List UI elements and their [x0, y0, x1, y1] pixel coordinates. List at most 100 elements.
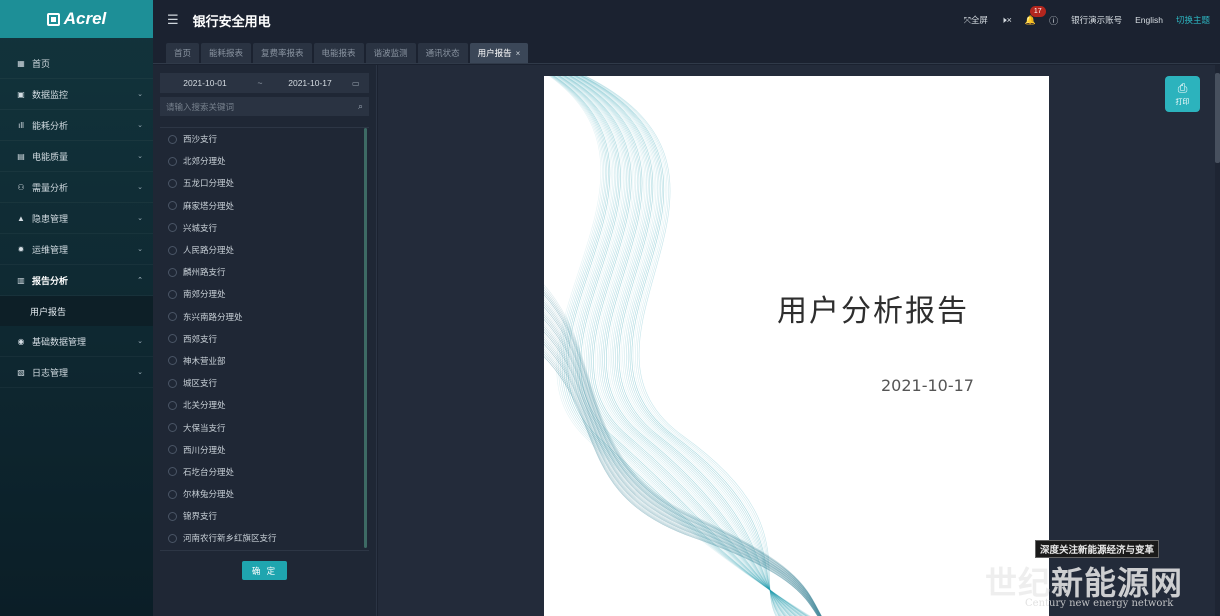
account-name[interactable]: 银行演示账号 [1071, 14, 1122, 26]
branch-list-item[interactable]: 石圪台分理处 [160, 461, 369, 483]
radio-icon[interactable] [168, 533, 177, 543]
tab-electric-report[interactable]: 电能报表 [313, 43, 364, 63]
chevron-down-icon: ⌄ [137, 153, 143, 160]
radio-icon[interactable] [168, 134, 177, 144]
radio-icon[interactable] [168, 423, 177, 433]
branch-list-item[interactable]: 兴城支行 [160, 217, 369, 239]
sidebar-item-label: 电能质量 [32, 151, 69, 162]
radio-icon[interactable] [168, 289, 177, 299]
radio-icon[interactable] [168, 511, 177, 521]
branch-list-item[interactable]: 神木营业部 [160, 350, 369, 372]
sidebar-item-log-management[interactable]: ▧ 日志管理 ⌄ [0, 357, 153, 388]
help-icon[interactable]: ⓘ [1049, 14, 1058, 27]
branch-list-item[interactable]: 大保当支行 [160, 416, 369, 438]
search-icon[interactable]: ⌕ [358, 101, 363, 112]
sidebar-item-base-data[interactable]: ◉ 基础数据管理 ⌄ [0, 326, 153, 357]
confirm-button[interactable]: 确 定 [242, 561, 287, 580]
radio-icon[interactable] [168, 334, 177, 344]
branch-list-item[interactable]: 西郊支行 [160, 328, 369, 350]
sidebar-item-hazard-management[interactable]: ▲ 隐患管理 ⌄ [0, 203, 153, 234]
tab-user-report[interactable]: 用户报告 × [469, 43, 529, 63]
branch-list-item[interactable]: 锦界支行 [160, 505, 369, 527]
wave-line [570, 76, 791, 616]
notification-bell-icon[interactable]: 🔔 17 [1025, 5, 1046, 26]
header-actions: ⤧全屏 🕨× 🔔 17 ⓘ 银行演示账号 English 切换主题 [964, 5, 1210, 27]
branch-list-item[interactable]: 东兴南路分理处 [160, 306, 369, 328]
start-date[interactable]: 2021-10-01 [160, 78, 250, 88]
radio-icon[interactable] [168, 400, 177, 410]
viewer-scrollbar[interactable] [1215, 65, 1220, 616]
branch-list-item[interactable]: 西川分理处 [160, 439, 369, 461]
switch-theme-link[interactable]: 切换主题 [1176, 14, 1210, 26]
tab-comm-status[interactable]: 通讯状态 [417, 43, 468, 63]
language-switch[interactable]: English [1135, 15, 1163, 25]
tab-energy-report[interactable]: 能耗报表 [201, 43, 252, 63]
radio-icon[interactable] [168, 356, 177, 366]
report-title: 用户分析报告 [777, 294, 969, 329]
radio-icon[interactable] [168, 312, 177, 322]
print-button[interactable]: ⎙ 打印 [1165, 76, 1200, 112]
radio-icon[interactable] [168, 467, 177, 477]
branch-name: 锦界支行 [183, 511, 218, 522]
menu-toggle-icon[interactable]: ☰ [167, 12, 179, 28]
sidebar-item-energy-analysis[interactable]: ıll 能耗分析 ⌄ [0, 110, 153, 141]
scrollbar-thumb[interactable] [1215, 73, 1220, 163]
wave-line [544, 319, 821, 616]
wave-line [554, 76, 805, 616]
radio-icon[interactable] [168, 489, 177, 499]
wave-line [567, 76, 794, 616]
radio-icon[interactable] [168, 223, 177, 233]
wave-line [574, 76, 787, 616]
branch-list-item[interactable]: 麻家塔分理处 [160, 195, 369, 217]
branch-name: 大保当支行 [183, 422, 226, 433]
branch-list-item[interactable]: 南郊分理处 [160, 283, 369, 305]
radio-icon[interactable] [168, 267, 177, 277]
tab-harmonic-monitor[interactable]: 谐波监测 [365, 43, 416, 63]
branch-list: 西沙支行 北郊分理处五龙口分理处麻家塔分理处 兴城支行 人民路分理处 麟州路支行 南郊分理… [160, 127, 369, 551]
sidebar-item-demand-analysis[interactable]: ⚇ 需量分析 ⌄ [0, 172, 153, 203]
radio-icon[interactable] [168, 178, 177, 188]
radio-icon[interactable] [168, 378, 177, 388]
branch-list-item[interactable]: 麟州路支行 [160, 261, 369, 283]
wave-line [571, 76, 789, 616]
branch-list-item[interactable]: 河南农行新乡红旗区支行 [160, 527, 369, 549]
sidebar-item-label: 首页 [32, 58, 51, 69]
wave-line [578, 76, 782, 616]
tab-rate-report[interactable]: 复费率报表 [253, 43, 312, 63]
sidebar-item-report-analysis[interactable]: ▥ 报告分析 ⌃ [0, 265, 153, 296]
mute-icon[interactable]: 🕨× [1001, 15, 1012, 26]
branch-list-item[interactable]: 尔林兔分理处 [160, 483, 369, 505]
branch-list-scrollbar[interactable] [364, 128, 367, 548]
sidebar-subitem-user-report[interactable]: 用户报告 [0, 296, 153, 326]
radio-icon[interactable] [168, 156, 177, 166]
calendar-icon[interactable]: ▭ [352, 79, 360, 88]
branch-list-item[interactable]: 北关分理处 [160, 394, 369, 416]
brand-logo[interactable]: Acrel [0, 0, 153, 38]
date-range-picker[interactable]: 2021-10-01 ~ 2021-10-17 ▭ [160, 73, 369, 93]
radio-icon[interactable] [168, 445, 177, 455]
tab-home[interactable]: 首页 [166, 43, 200, 63]
watermark-banner: 深度关注新能源经济与变革 [1035, 540, 1160, 558]
branch-list-item[interactable]: 北郊分理处 [160, 150, 369, 172]
search-input[interactable] [166, 101, 358, 112]
branch-list-item[interactable]: 城区支行 [160, 372, 369, 394]
radio-icon[interactable] [168, 201, 177, 211]
sidebar-item-data-monitor[interactable]: ▣ 数据监控 ⌄ [0, 79, 153, 110]
radio-icon[interactable] [168, 245, 177, 255]
sidebar-item-maintenance[interactable]: ✹ 运维管理 ⌄ [0, 234, 153, 265]
branch-list-item[interactable]: 人民路分理处 [160, 239, 369, 261]
close-icon[interactable]: × [516, 49, 521, 58]
sidebar-menu: ▦ 首页 ▣ 数据监控 ⌄ ıll 能耗分析 ⌄ ▤ 电能质量 ⌄ ⚇ 需量分析… [0, 48, 153, 388]
wave-line [578, 76, 783, 616]
acrel-logo-icon [46, 12, 60, 26]
sidebar-item-home[interactable]: ▦ 首页 [0, 48, 153, 79]
gear-icon: ✹ [17, 244, 25, 254]
branch-list-item[interactable]: 西沙支行 [160, 128, 369, 150]
fullscreen-button[interactable]: ⤧全屏 [964, 14, 988, 26]
wave-line [544, 306, 821, 616]
filter-panel: 2021-10-01 ~ 2021-10-17 ▭ ⌕ 西沙支行北郊分理处五龙口… [153, 65, 377, 616]
sidebar-item-power-quality[interactable]: ▤ 电能质量 ⌄ [0, 141, 153, 172]
branch-name: 五龙口分理处 [183, 178, 235, 189]
end-date[interactable]: 2021-10-17 [270, 78, 350, 88]
branch-list-item[interactable]: 五龙口分理处 [160, 172, 369, 194]
